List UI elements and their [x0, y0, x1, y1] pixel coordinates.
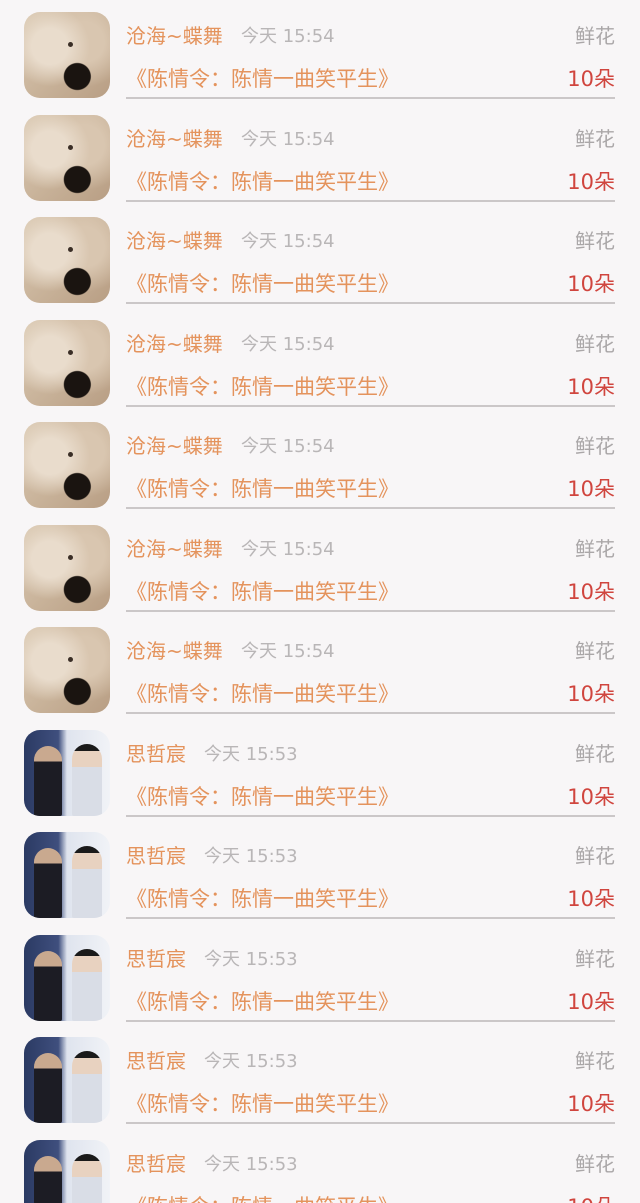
gift-count: 10朵 — [567, 374, 615, 399]
gift-count: 10朵 — [567, 477, 615, 501]
book-title[interactable]: 《陈情令：陈情一曲笑平生》 — [126, 1191, 399, 1203]
gift-count: 10朵 — [567, 682, 615, 706]
gift-type: 鲜花 — [575, 639, 615, 663]
book-title[interactable]: 《陈情令：陈情一曲笑平生》 — [126, 268, 399, 298]
timestamp: 今天 15:54 — [241, 231, 335, 252]
sender-name[interactable]: 思哲宸 — [126, 1148, 186, 1177]
gift-type: 鲜花 — [575, 946, 615, 971]
sender-name[interactable]: 思哲宸 — [126, 943, 186, 972]
row-content: 沧海~蝶舞 今天 15:54 鲜花《陈情令：陈情一曲笑平生》 10朵 — [126, 205, 615, 304]
book-title[interactable]: 《陈情令：陈情一曲笑平生》 — [126, 576, 399, 606]
gift-count: 10朵 — [567, 1191, 615, 1203]
gift-record-row[interactable]: 沧海~蝶舞 今天 15:54 鲜花《陈情令：陈情一曲笑平生》 10朵 — [0, 103, 640, 206]
book-title[interactable]: 《陈情令：陈情一曲笑平生》 — [126, 473, 399, 503]
gift-type: 鲜花 — [575, 24, 615, 48]
row-content: 思哲宸今天 15:53 鲜花《陈情令：陈情一曲笑平生》 10朵 — [126, 820, 615, 919]
bear-avatar[interactable] — [24, 12, 110, 98]
book-title[interactable]: 《陈情令：陈情一曲笑平生》 — [126, 1088, 399, 1118]
timestamp: 今天 15:54 — [241, 333, 335, 355]
timestamp: 今天 15:54 — [241, 436, 335, 457]
gift-count: 10朵 — [567, 989, 615, 1014]
person-avatar[interactable] — [24, 832, 110, 918]
sender-name[interactable]: 沧海~蝶舞 — [126, 430, 223, 459]
row-content: 思哲宸今天 15:53 鲜花《陈情令：陈情一曲笑平生》 10朵 — [126, 1025, 615, 1124]
gift-record-row[interactable]: 思哲宸今天 15:53 鲜花《陈情令：陈情一曲笑平生》 10朵 — [0, 1025, 640, 1128]
sender-name[interactable]: 沧海~蝶舞 — [126, 635, 223, 664]
gift-record-list[interactable]: 沧海~蝶舞 今天 15:54 鲜花 《陈情令：陈情一曲笑平生》 10朵 沧海~蝶舞 今天 1… — [0, 0, 640, 1203]
row-content: 沧海~蝶舞 今天 15:54 鲜花《陈情令：陈情一曲笑平生》 10朵 — [126, 103, 615, 202]
bear-avatar[interactable] — [24, 627, 110, 713]
sender-name[interactable]: 沧海~蝶舞 — [126, 225, 223, 254]
timestamp: 今天 15:53 — [204, 948, 298, 970]
gift-type: 鲜花 — [575, 126, 615, 151]
timestamp: 今天 15:53 — [204, 1051, 298, 1072]
person-avatar[interactable] — [24, 1037, 110, 1123]
gift-record-row[interactable]: 思哲宸今天 15:53 鲜花《陈情令：陈情一曲笑平生》 10朵 — [0, 820, 640, 923]
gift-record-row[interactable]: 思哲宸今天 15:53 鲜花《陈情令：陈情一曲笑平生》 10朵 — [0, 923, 640, 1026]
person-avatar[interactable] — [24, 729, 110, 816]
row-content: 沧海~蝶舞 今天 15:54 鲜花《陈情令：陈情一曲笑平生》 10朵 — [126, 615, 615, 714]
sender-name[interactable]: 思哲宸 — [126, 840, 186, 869]
gift-count: 10朵 — [567, 579, 615, 604]
timestamp: 今天 15:54 — [241, 538, 335, 560]
bear-avatar[interactable] — [24, 319, 110, 406]
gift-type: 鲜花 — [575, 741, 615, 766]
bear-avatar[interactable] — [24, 217, 110, 303]
book-title[interactable]: 《陈情令：陈情一曲笑平生》 — [126, 883, 399, 913]
gift-type: 鲜花 — [575, 434, 615, 458]
gift-type: 鲜花 — [575, 1049, 615, 1073]
gift-record-row[interactable]: 沧海~蝶舞 今天 15:54 鲜花《陈情令：陈情一曲笑平生》 10朵 — [0, 513, 640, 616]
gift-type: 鲜花 — [575, 1151, 615, 1176]
gift-record-row[interactable]: 沧海~蝶舞 今天 15:54 鲜花《陈情令：陈情一曲笑平生》 10朵 — [0, 308, 640, 411]
gift-count: 10朵 — [567, 784, 615, 809]
gift-count: 10朵 — [567, 169, 615, 194]
book-title[interactable]: 《陈情令：陈情一曲笑平生》 — [126, 678, 399, 708]
book-title[interactable]: 《陈情令：陈情一曲笑平生》 — [126, 781, 399, 811]
gift-count: 10朵 — [567, 887, 615, 911]
sender-name[interactable]: 沧海~蝶舞 — [126, 328, 223, 357]
gift-count: 10朵 — [567, 1092, 615, 1116]
person-avatar[interactable] — [24, 934, 110, 1021]
gift-type: 鲜花 — [575, 536, 615, 561]
gift-record-row[interactable]: 沧海~蝶舞 今天 15:54 鲜花《陈情令：陈情一曲笑平生》 10朵 — [0, 615, 640, 718]
timestamp: 今天 15:53 — [204, 846, 298, 867]
book-title[interactable]: 《陈情令：陈情一曲笑平生》 — [126, 63, 399, 93]
book-title[interactable]: 《陈情令：陈情一曲笑平生》 — [126, 986, 399, 1016]
row-content: 思哲宸今天 15:53 鲜花《陈情令：陈情一曲笑平生》 10朵 — [126, 718, 615, 817]
bear-avatar[interactable] — [24, 422, 110, 508]
gift-count: 10朵 — [567, 67, 615, 91]
book-title[interactable]: 《陈情令：陈情一曲笑平生》 — [126, 371, 399, 401]
gift-type: 鲜花 — [575, 844, 615, 868]
person-avatar[interactable] — [24, 1139, 110, 1203]
gift-count: 10朵 — [567, 272, 615, 296]
gift-record-row[interactable]: 思哲宸今天 15:53 鲜花《陈情令：陈情一曲笑平生》 10朵 — [0, 718, 640, 821]
row-content: 思哲宸今天 15:53 鲜花《陈情令：陈情一曲笑平生》 10朵 — [126, 1128, 615, 1203]
row-content: 沧海~蝶舞 今天 15:54 鲜花《陈情令：陈情一曲笑平生》 10朵 — [126, 410, 615, 509]
gift-record-row[interactable]: 沧海~蝶舞 今天 15:54 鲜花《陈情令：陈情一曲笑平生》 10朵 — [0, 410, 640, 513]
gift-type: 鲜花 — [575, 331, 615, 356]
sender-name[interactable]: 思哲宸 — [126, 1045, 186, 1074]
gift-record-row[interactable]: 沧海~蝶舞 今天 15:54 鲜花《陈情令：陈情一曲笑平生》 10朵 — [0, 205, 640, 308]
bear-avatar[interactable] — [24, 114, 110, 201]
gift-record-row[interactable]: 思哲宸今天 15:53 鲜花《陈情令：陈情一曲笑平生》 10朵 — [0, 1128, 640, 1203]
sender-name[interactable]: 沧海~蝶舞 — [126, 20, 223, 49]
timestamp: 今天 15:54 — [241, 641, 335, 662]
row-content: 沧海~蝶舞 今天 15:54 鲜花《陈情令：陈情一曲笑平生》 10朵 — [126, 0, 615, 99]
timestamp: 今天 15:53 — [204, 1153, 298, 1175]
sender-name[interactable]: 沧海~蝶舞 — [126, 123, 223, 152]
timestamp: 今天 15:54 — [241, 128, 335, 150]
row-content: 沧海~蝶舞 今天 15:54 鲜花《陈情令：陈情一曲笑平生》 10朵 — [126, 513, 615, 612]
row-content: 沧海~蝶舞 今天 15:54 鲜花《陈情令：陈情一曲笑平生》 10朵 — [126, 308, 615, 407]
gift-record-row[interactable]: 沧海~蝶舞 今天 15:54 鲜花《陈情令：陈情一曲笑平生》 10朵 — [0, 0, 640, 103]
book-title[interactable]: 《陈情令：陈情一曲笑平生》 — [126, 166, 399, 196]
row-content: 思哲宸今天 15:53 鲜花《陈情令：陈情一曲笑平生》 10朵 — [126, 923, 615, 1022]
timestamp: 今天 15:54 — [241, 26, 335, 47]
bear-avatar[interactable] — [24, 524, 110, 611]
gift-type: 鲜花 — [575, 229, 615, 253]
timestamp: 今天 15:53 — [204, 743, 298, 765]
sender-name[interactable]: 沧海~蝶舞 — [126, 533, 223, 562]
sender-name[interactable]: 思哲宸 — [126, 738, 186, 767]
